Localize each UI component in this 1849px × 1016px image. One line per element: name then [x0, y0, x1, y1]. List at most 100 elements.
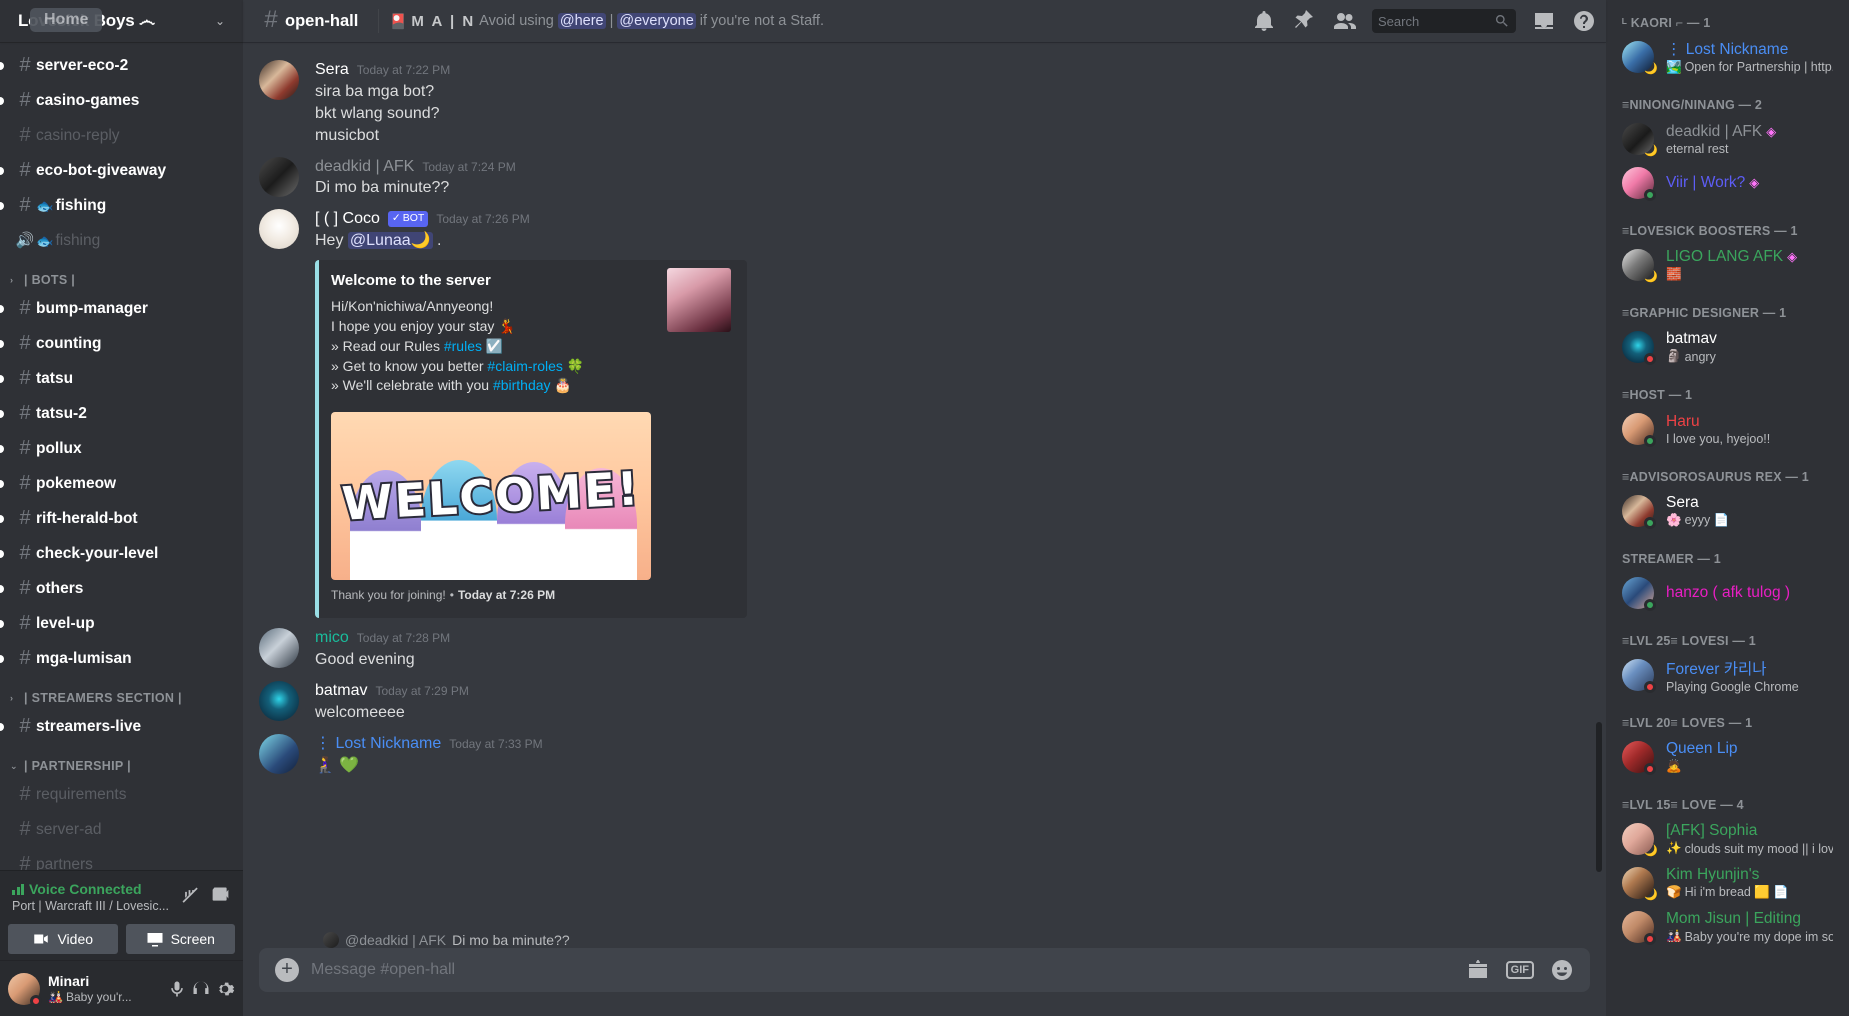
sidebar-channel-tatsu-2[interactable]: # tatsu-2	[0, 397, 235, 431]
claim-roles-channel-link[interactable]: #claim-roles	[487, 358, 562, 374]
server-header[interactable]: Home Lovesick Boys ෴ ⌄	[0, 0, 243, 42]
avatar[interactable]: 🌙	[1622, 823, 1658, 857]
member-list-item[interactable]: 🌙 ⋮ Lost Nickname 🏞️ Open for Partnership |…	[1622, 36, 1841, 78]
sidebar-channel-casino-reply[interactable]: # casino-reply	[8, 119, 235, 153]
screen-share-button[interactable]: Screen	[125, 924, 235, 954]
sidebar-category-streamerssection[interactable]: › | STREAMERS SECTION |	[0, 676, 243, 709]
avatar[interactable]: 🌙	[1622, 249, 1658, 283]
avatar[interactable]	[1622, 741, 1656, 775]
inbox-icon[interactable]	[1532, 9, 1556, 33]
avatar[interactable]	[1622, 659, 1656, 693]
sidebar-channel-bump-manager[interactable]: # bump-manager	[0, 292, 235, 326]
rules-channel-link[interactable]: #rules	[444, 338, 482, 354]
embed-image[interactable]: WELCOME!	[331, 412, 651, 581]
avatar[interactable]	[1622, 495, 1656, 529]
gift-icon[interactable]	[1466, 958, 1490, 982]
message-author[interactable]: Sera	[315, 60, 349, 81]
user-mention[interactable]: @Lunaa🌙	[347, 232, 433, 250]
channel-list[interactable]: # server-eco-2 # casino-games # casino-reply #…	[0, 42, 243, 870]
embed-thumbnail[interactable]	[667, 267, 731, 332]
sidebar-channel-partners[interactable]: # partners	[8, 848, 235, 870]
hash-icon: #	[19, 647, 31, 669]
avatar[interactable]	[8, 972, 42, 1007]
bell-icon[interactable]	[1252, 9, 1276, 33]
avatar[interactable]: 🌙	[1622, 123, 1658, 157]
sidebar-channel-rift-herald-bot[interactable]: # rift-herald-bot	[0, 502, 235, 536]
video-button[interactable]: Video	[8, 924, 118, 954]
help-icon[interactable]	[1572, 9, 1596, 33]
avatar[interactable]: 🌙	[1622, 41, 1658, 75]
microphone-icon[interactable]	[167, 979, 187, 999]
member-list-item[interactable]: hanzo ( afk tulog )	[1622, 572, 1841, 614]
pin-icon[interactable]	[1292, 9, 1316, 33]
user-panel[interactable]: Minari 🎎 Baby you'r...	[0, 960, 243, 1016]
member-list[interactable]: ᴸ KAORI ⌐ — 1 🌙 ⋮ Lost Nickname 🏞️ Open for …	[1606, 0, 1849, 1016]
message-author[interactable]: mico	[315, 628, 349, 649]
noise-suppression-icon[interactable]	[179, 884, 200, 905]
topic-prefix: Avoid using	[479, 13, 554, 29]
avatar[interactable]	[1622, 167, 1656, 201]
message-author[interactable]: batmav	[315, 681, 367, 702]
category-label: | PARTNERSHIP |	[24, 759, 131, 773]
disconnect-call-icon[interactable]	[210, 884, 231, 905]
message-author[interactable]: [ ( ] Coco	[315, 209, 380, 230]
chevron-down-icon[interactable]: ⌄	[215, 14, 225, 28]
avatar[interactable]: 🌙	[1622, 867, 1658, 901]
sidebar-channel-others[interactable]: # others	[0, 572, 235, 606]
member-list-item[interactable]: Forever 카리나 Playing Google Chrome	[1622, 654, 1841, 696]
sidebar-channel-streamers-live[interactable]: # streamers-live	[0, 710, 235, 744]
sidebar-channel-pollux[interactable]: # pollux	[0, 432, 235, 466]
member-list-item[interactable]: 🌙 LIGO LANG AFK ◈ 🧱	[1622, 244, 1841, 286]
member-list-item[interactable]: 🌙 [AFK] Sophia ✨ clouds suit my mood || i l…	[1622, 818, 1841, 860]
avatar[interactable]	[259, 209, 299, 250]
message-composer[interactable]: + GIF	[259, 948, 1590, 992]
emoji-icon[interactable]	[1550, 958, 1574, 982]
sidebar-category-bots[interactable]: › | BOTS |	[0, 258, 243, 291]
birthday-channel-link[interactable]: #birthday	[493, 377, 551, 393]
sidebar-channel-fishing[interactable]: 🔊 🐟 fishing	[8, 224, 235, 258]
sidebar-channel-mga-lumisan[interactable]: # mga-lumisan	[0, 642, 235, 676]
message-scroll-region[interactable]: Sera Today at 7:22 PM sira ba mga bot? bkt …	[243, 42, 1606, 928]
gear-icon[interactable]	[215, 979, 235, 999]
sidebar-channel-pokemeow[interactable]: # pokemeow	[0, 467, 235, 501]
member-list-item[interactable]: Viir | Work? ◈	[1622, 162, 1841, 204]
members-icon[interactable]	[1332, 9, 1356, 33]
sidebar-channel-level-up[interactable]: # level-up	[0, 607, 235, 641]
member-list-item[interactable]: Sera 🌸 eyyy 📄	[1622, 490, 1841, 532]
member-list-item[interactable]: Haru I love you, hyejoo!!	[1622, 408, 1841, 450]
member-list-item[interactable]: batmav 🗿 angry	[1622, 326, 1841, 368]
member-list-item[interactable]: 🌙 deadkid | AFK ◈ eternal rest	[1622, 118, 1841, 160]
sidebar-channel-fishing[interactable]: # 🐟 fishing	[0, 189, 235, 223]
add-attachment-button[interactable]: +	[275, 958, 299, 982]
member-group-header: STREAMER — 1	[1622, 552, 1721, 566]
sidebar-channel-check-your-level[interactable]: # check-your-level	[0, 537, 235, 571]
avatar[interactable]	[1622, 911, 1656, 945]
member-list-item[interactable]: Queen Lip 🙇	[1622, 736, 1841, 778]
avatar[interactable]	[259, 628, 299, 669]
gif-button[interactable]: GIF	[1505, 961, 1534, 979]
sidebar-channel-server-eco-2[interactable]: # server-eco-2	[0, 49, 235, 83]
avatar[interactable]	[259, 156, 299, 197]
channel-topic[interactable]: 🎴 M A | N Avoid using @here | @everyone …	[389, 13, 824, 30]
sidebar-category-partnership[interactable]: ⌄ | PARTNERSHIP |	[0, 744, 243, 777]
headphones-icon[interactable]	[191, 979, 211, 999]
message-author[interactable]: ⋮ Lost Nickname	[315, 734, 441, 755]
avatar[interactable]	[1622, 413, 1656, 447]
member-list-item[interactable]: Mom Jisun | Editing 🎎 Baby you're my dope …	[1622, 906, 1841, 948]
member-list-item[interactable]: 🌙 Kim Hyunjin's 🍞 Hi i'm bread 🟨 📄	[1622, 862, 1841, 904]
scrollbar-thumb[interactable]	[1596, 722, 1602, 872]
sidebar-channel-server-ad[interactable]: # server-ad	[8, 813, 235, 847]
avatar[interactable]	[259, 733, 299, 774]
avatar[interactable]	[1622, 577, 1656, 611]
sidebar-channel-tatsu[interactable]: # tatsu	[0, 362, 235, 396]
message-author[interactable]: deadkid | AFK	[315, 157, 414, 178]
sidebar-channel-requirements[interactable]: # requirements	[8, 778, 235, 812]
sidebar-channel-eco-bot-giveaway[interactable]: # eco-bot-giveaway	[0, 154, 235, 188]
avatar[interactable]	[259, 60, 299, 100]
sidebar-channel-counting[interactable]: # counting	[0, 327, 235, 361]
search-input[interactable]: Search	[1372, 9, 1516, 33]
avatar[interactable]	[1622, 331, 1656, 365]
avatar[interactable]	[259, 681, 299, 721]
message-input[interactable]	[299, 961, 1466, 979]
sidebar-channel-casino-games[interactable]: # casino-games	[0, 84, 235, 118]
